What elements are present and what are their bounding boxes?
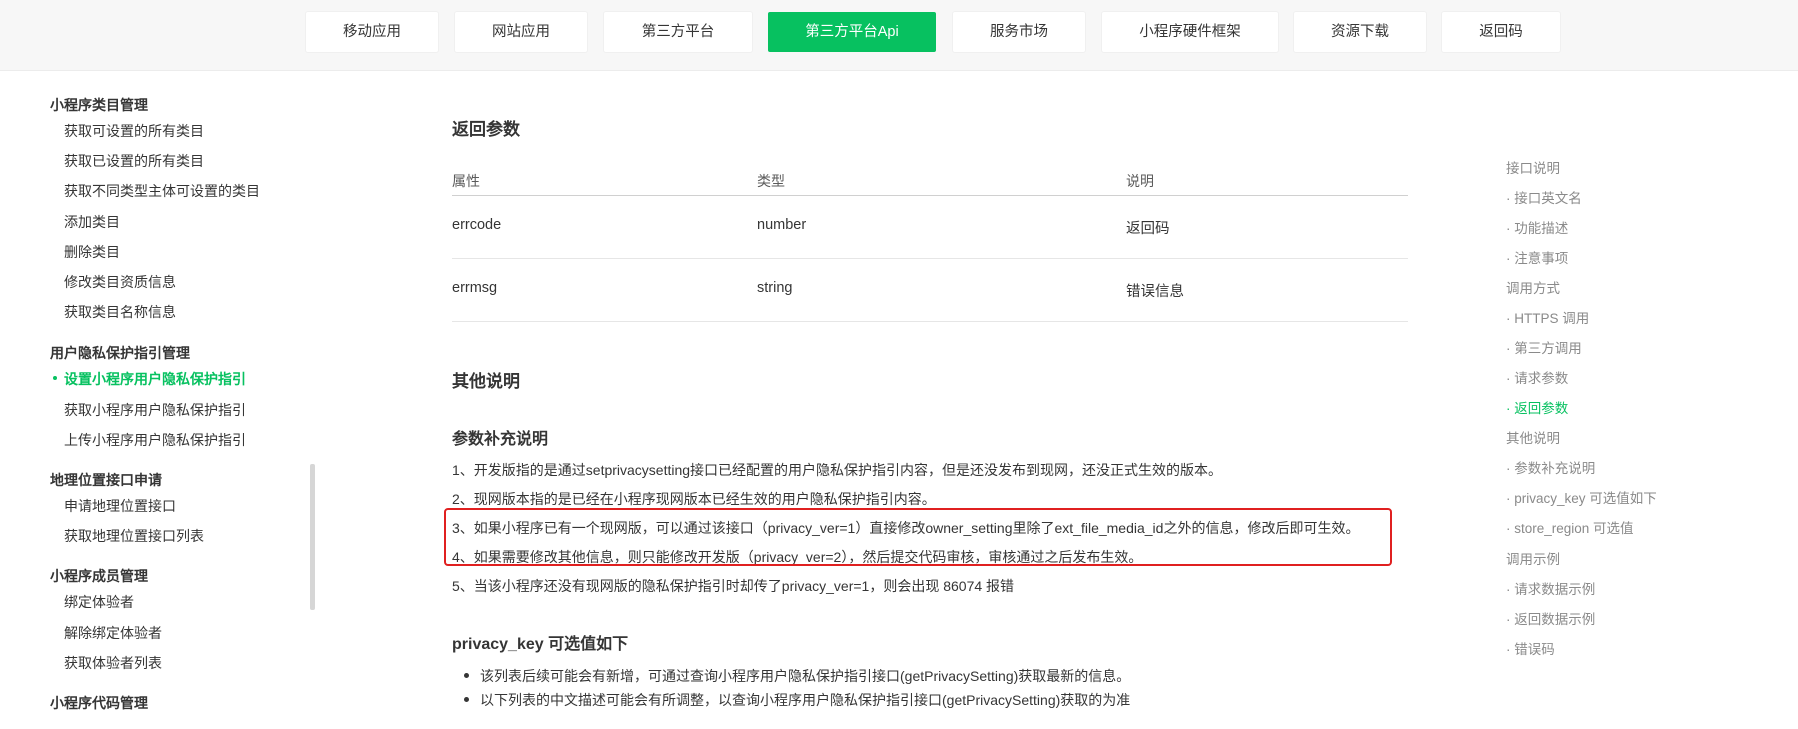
toc-item[interactable]: 参数补充说明 bbox=[1506, 457, 1595, 477]
tab-resource-download[interactable]: 资源下载 bbox=[1294, 12, 1426, 52]
toc-item[interactable]: 其他说明 bbox=[1506, 427, 1560, 447]
sidebar-item[interactable]: 获取不同类型主体可设置的类目 bbox=[64, 181, 260, 201]
sidebar-group-members: 小程序成员管理 bbox=[50, 568, 148, 584]
sidebar: 小程序类目管理 获取可设置的所有类目 获取已设置的所有类目 获取不同类型主体可设… bbox=[0, 71, 310, 729]
table-cell: errcode bbox=[452, 217, 502, 233]
bullet-item: 以下列表的中文描述可能会有所调整，以查询小程序用户隐私保护指引接口(getPri… bbox=[452, 690, 1130, 710]
toc-item[interactable]: 调用方式 bbox=[1506, 277, 1560, 297]
table-header-cell: 属性 bbox=[452, 173, 480, 189]
sidebar-group-category: 小程序类目管理 bbox=[50, 97, 148, 113]
sidebar-item[interactable]: 解除绑定体验者 bbox=[64, 623, 162, 643]
sidebar-item[interactable]: 申请地理位置接口 bbox=[64, 496, 176, 516]
sidebar-scrollbar[interactable] bbox=[310, 464, 315, 610]
toc-item[interactable]: 功能描述 bbox=[1506, 217, 1568, 237]
table-cell: 返回码 bbox=[1126, 221, 1170, 237]
tab-third-party-platform-api[interactable]: 第三方平台Api bbox=[768, 12, 936, 52]
tab-miniprogram-hardware[interactable]: 小程序硬件框架 bbox=[1102, 12, 1278, 52]
toc-item[interactable]: 调用示例 bbox=[1506, 548, 1560, 568]
toc-item[interactable]: 错误码 bbox=[1506, 638, 1555, 658]
toc-item-active[interactable]: 返回参数 bbox=[1506, 397, 1568, 417]
sidebar-group-location: 地理位置接口申请 bbox=[50, 472, 162, 488]
bullet-text: 该列表后续可能会有新增，可通过查询小程序用户隐私保护指引接口(getPrivac… bbox=[480, 668, 1131, 684]
table-row: errcode number 返回码 bbox=[452, 196, 1408, 259]
toc-item[interactable]: 返回数据示例 bbox=[1506, 608, 1595, 628]
table-header-cell: 类型 bbox=[757, 173, 785, 189]
table-row: errmsg string 错误信息 bbox=[452, 259, 1408, 322]
table-cell: errmsg bbox=[452, 280, 498, 296]
tab-website-app[interactable]: 网站应用 bbox=[455, 12, 587, 52]
sidebar-item-active[interactable]: 设置小程序用户隐私保护指引 bbox=[53, 369, 246, 389]
sidebar-item[interactable]: 上传小程序用户隐私保护指引 bbox=[64, 430, 246, 450]
table-cell: string bbox=[757, 280, 793, 296]
main-content: 返回参数 属性 类型 说明 errcode number 返回码 errmsg … bbox=[444, 71, 1412, 729]
tab-mobile-app[interactable]: 移动应用 bbox=[306, 12, 438, 52]
toc-item[interactable]: 请求数据示例 bbox=[1506, 578, 1595, 598]
sidebar-item[interactable]: 获取已设置的所有类目 bbox=[64, 151, 204, 171]
toc-item[interactable]: 第三方调用 bbox=[1506, 337, 1582, 357]
return-params-heading: 返回参数 bbox=[452, 120, 520, 139]
toc-item[interactable]: store_region 可选值 bbox=[1506, 517, 1633, 537]
toc-item[interactable]: 接口英文名 bbox=[1506, 187, 1582, 207]
privacy-key-heading: privacy_key 可选值如下 bbox=[452, 636, 629, 653]
sidebar-item[interactable]: 获取地理位置接口列表 bbox=[64, 526, 204, 546]
note-line: 5、当该小程序还没有现网版的隐私保护指引时却传了privacy_ver=1，则会… bbox=[452, 578, 1015, 594]
table-of-contents: 接口说明 接口英文名 功能描述 注意事项 调用方式 HTTPS 调用 第三方调用… bbox=[1506, 71, 1766, 729]
table-cell: number bbox=[757, 217, 807, 233]
bullet-item: 该列表后续可能会有新增，可通过查询小程序用户隐私保护指引接口(getPrivac… bbox=[452, 666, 1130, 686]
sidebar-item[interactable]: 绑定体验者 bbox=[64, 592, 134, 612]
toc-item[interactable]: HTTPS 调用 bbox=[1506, 307, 1589, 327]
other-notes-heading: 其他说明 bbox=[452, 372, 520, 391]
sidebar-item[interactable]: 获取小程序用户隐私保护指引 bbox=[64, 400, 246, 420]
table-cell: 错误信息 bbox=[1126, 284, 1184, 300]
table-header-cell: 说明 bbox=[1126, 173, 1154, 189]
toc-item[interactable]: 请求参数 bbox=[1506, 367, 1568, 387]
sidebar-group-code: 小程序代码管理 bbox=[50, 695, 148, 711]
top-navigation: 移动应用 网站应用 第三方平台 第三方平台Api 服务市场 小程序硬件框架 资源… bbox=[0, 0, 1798, 71]
toc-item[interactable]: privacy_key 可选值如下 bbox=[1506, 487, 1657, 507]
table-header: 属性 类型 说明 bbox=[452, 165, 1408, 196]
note-line: 1、开发版指的是通过setprivacysetting接口已经配置的用户隐私保护… bbox=[452, 462, 1223, 478]
sidebar-item[interactable]: 获取可设置的所有类目 bbox=[64, 121, 204, 141]
toc-item[interactable]: 接口说明 bbox=[1506, 157, 1560, 177]
supplement-heading: 参数补充说明 bbox=[452, 431, 549, 448]
sidebar-item[interactable]: 修改类目资质信息 bbox=[64, 272, 176, 292]
sidebar-item[interactable]: 删除类目 bbox=[64, 242, 120, 262]
sidebar-group-privacy: 用户隐私保护指引管理 bbox=[50, 345, 190, 361]
sidebar-item[interactable]: 获取体验者列表 bbox=[64, 653, 162, 673]
red-highlight-box bbox=[444, 508, 1392, 566]
tab-third-party-platform[interactable]: 第三方平台 bbox=[604, 12, 752, 52]
sidebar-item[interactable]: 添加类目 bbox=[64, 212, 120, 232]
note-line: 2、现网版本指的是已经在小程序现网版本已经生效的用户隐私保护指引内容。 bbox=[452, 491, 936, 507]
tab-return-code[interactable]: 返回码 bbox=[1442, 12, 1560, 52]
bullet-dot-icon bbox=[464, 697, 469, 702]
toc-item[interactable]: 注意事项 bbox=[1506, 247, 1568, 267]
sidebar-item[interactable]: 获取类目名称信息 bbox=[64, 302, 176, 322]
bullet-text: 以下列表的中文描述可能会有所调整，以查询小程序用户隐私保护指引接口(getPri… bbox=[480, 692, 1131, 708]
bullet-dot-icon bbox=[464, 673, 469, 678]
tab-service-market[interactable]: 服务市场 bbox=[953, 12, 1085, 52]
